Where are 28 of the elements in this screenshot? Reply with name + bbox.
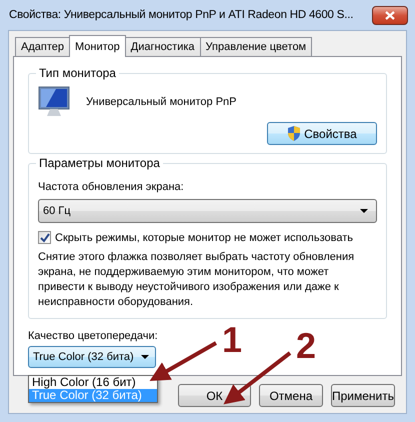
tab[interactable]: Адаптер [15,37,70,56]
group-title: Параметры монитора [36,156,163,170]
close-button[interactable] [372,6,408,24]
color-quality-dropdown[interactable]: True Color (32 бита) [28,346,156,368]
apply-button[interactable]: Применить [331,384,395,407]
color-quality-label: Качество цветопередачи: [28,330,159,342]
refresh-rate-dropdown[interactable]: 60 Гц [38,199,377,223]
group-title: Тип монитора [36,66,119,80]
tab[interactable]: Управление цветом [200,37,312,56]
dropdown-arrow-icon [360,209,368,213]
warning-text: Снятие этого флажка позволяет выбрать частоту обновления экрана, не поддерживаемую этим монитором, что может привести к выводу неустойчивого изображения или даже к неисправности оборудования. [38,250,356,310]
monitor-icon [38,86,72,118]
dropdown-arrow-icon [141,355,149,359]
annotation-arrow [150,341,217,381]
window-title: Свойства: Универсальный монитор PnP и ATI Radeon HD 4600 S... [8,9,354,21]
monitor-name: Универсальный монитор PnP [86,96,237,108]
annotation-number: 1 [222,319,242,360]
tab[interactable]: Диагностика [124,37,201,56]
close-icon [385,10,395,20]
refresh-rate-label: Частота обновления экрана: [38,181,185,193]
checkbox[interactable] [38,231,51,244]
checkbox-label: Скрыть режимы, которые монитор не может использовать [55,232,353,244]
annotation-number: 2 [296,325,316,366]
properties-button[interactable]: Свойства [267,122,377,145]
shield-icon [287,126,302,141]
tab[interactable]: Монитор [68,35,126,57]
dropdown-option[interactable]: High Color (16 бит) [29,376,157,389]
cancel-button[interactable]: Отмена [259,384,323,407]
